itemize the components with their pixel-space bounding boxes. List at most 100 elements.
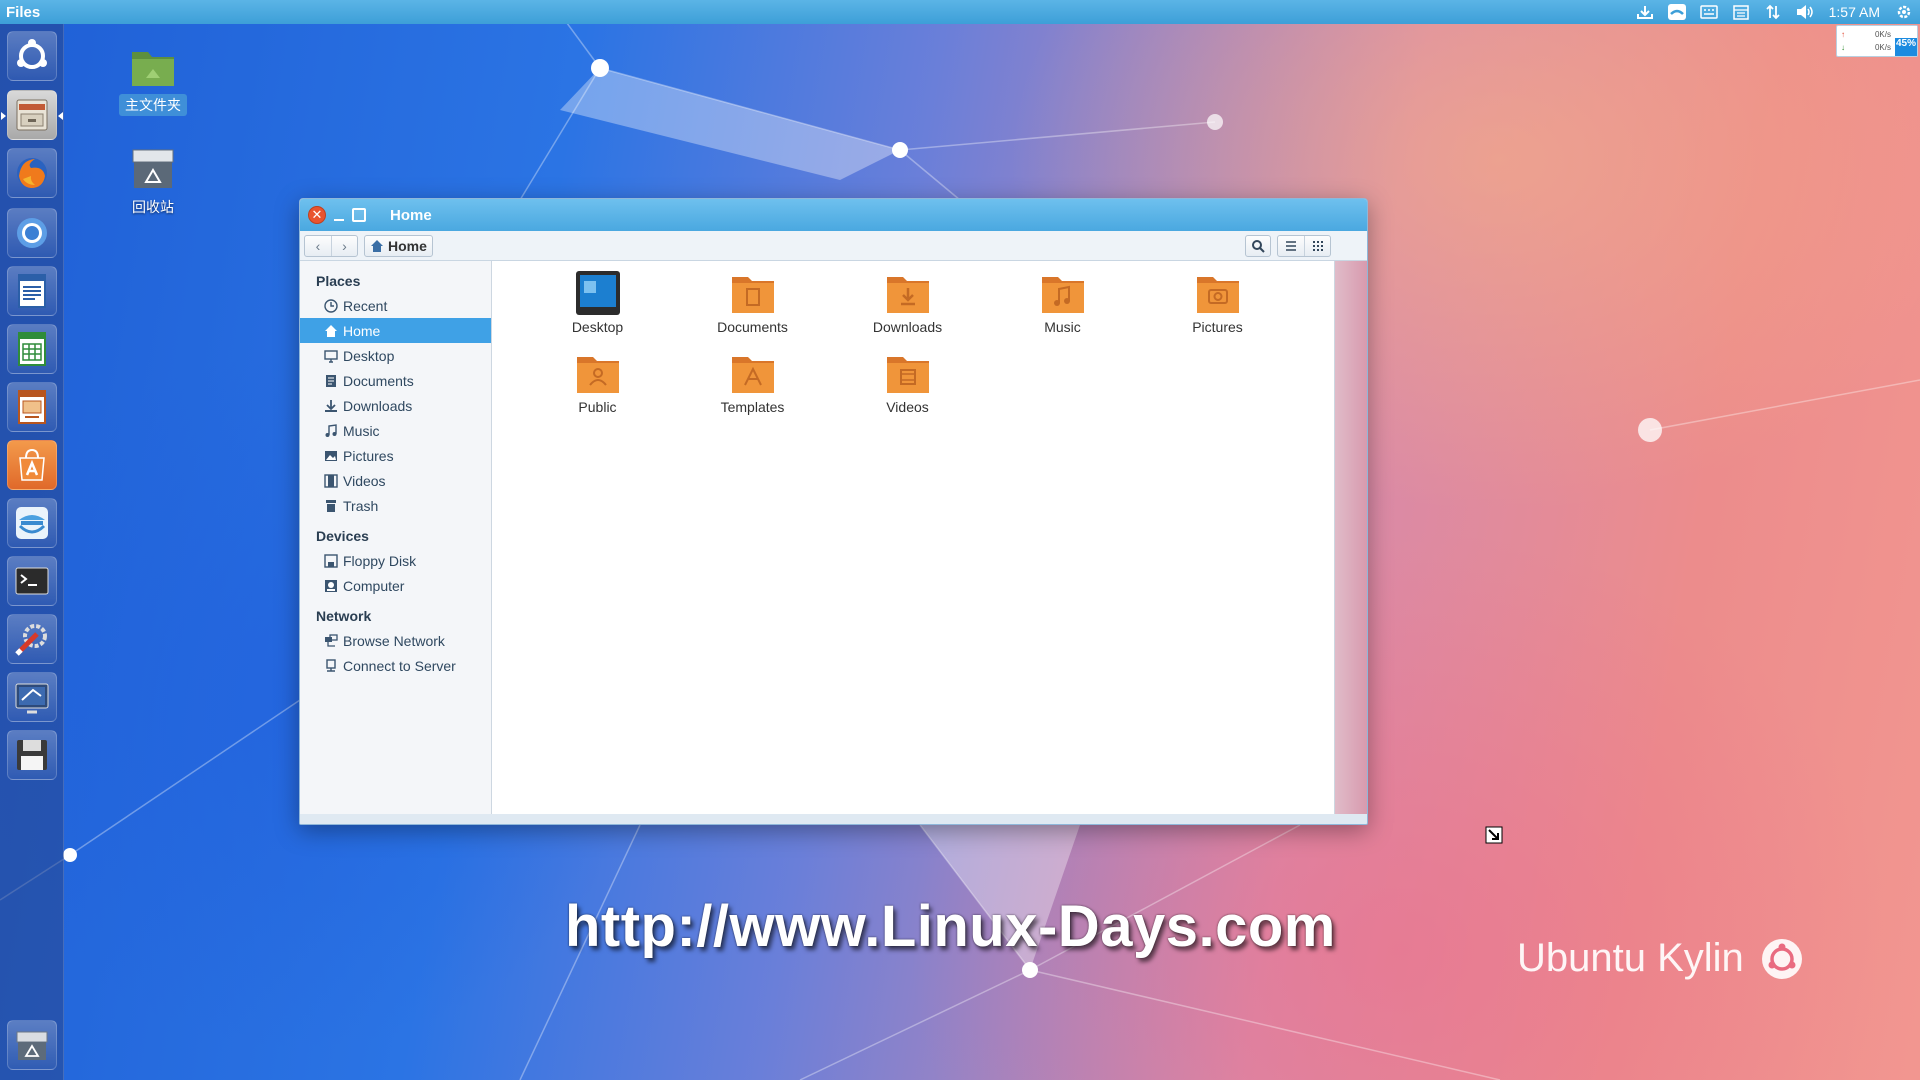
launcher-impress[interactable] [7,382,57,432]
grid-view-button[interactable] [1304,235,1330,256]
file-item-pictures[interactable]: Pictures [1140,269,1295,335]
launcher-dash-home[interactable] [7,31,57,81]
list-view-button[interactable] [1278,236,1304,256]
calendar-tray-icon[interactable] [1725,0,1757,24]
sidebar-item-home[interactable]: Home [300,318,491,343]
file-item-public[interactable]: Public [520,349,675,415]
keyboard-tray-icon[interactable] [1693,0,1725,24]
file-view[interactable]: Desktop Documents Downloads Music Pictur… [492,261,1335,824]
search-button[interactable] [1245,234,1271,257]
file-item-templates[interactable]: Templates [675,349,830,415]
close-button[interactable]: ✕ [308,206,326,224]
firefox-icon [17,158,47,188]
file-item-downloads[interactable]: Downloads [830,269,985,335]
sidebar-item-label: Browse Network [343,632,445,649]
sidebar-item-label: Floppy Disk [343,552,417,569]
ubuntu-logo-icon [17,39,47,69]
file-name: Downloads [872,319,943,335]
sidebar-header-devices: Devices [316,528,369,544]
sidebar-item-music[interactable]: Music [300,418,491,443]
terminal-icon [15,567,49,595]
launcher-chromium[interactable] [7,208,57,258]
desktop-icon-trash[interactable]: 回收站 [101,146,205,218]
launcher-kylin-assistant[interactable] [7,498,57,548]
brand-mark: Ubuntu Kylin [1517,936,1804,981]
path-bar-home-button[interactable]: Home [364,234,433,257]
home-icon [371,239,383,252]
sidebar-header-places: Places [316,273,361,289]
shopping-bag-icon [19,448,45,481]
forward-button[interactable]: › [331,235,357,256]
path-bar-label: Home [388,237,427,254]
settings-tools-icon [15,624,47,656]
volume-tray-icon[interactable] [1789,0,1821,24]
sidebar-item-label: Computer [343,577,405,594]
film-icon [324,473,338,488]
window-titlebar[interactable]: ✕ Home [300,199,1367,231]
window-bottom-edge [300,814,1367,824]
resize-cursor-icon [1485,826,1503,844]
sidebar-item-computer[interactable]: Computer [300,573,491,598]
grid-icon [1312,240,1323,251]
file-item-documents[interactable]: Documents [675,269,830,335]
sidebar-item-browse-network[interactable]: Browse Network [300,628,491,653]
maximize-button[interactable] [352,208,366,222]
launcher-remote-desktop[interactable] [7,672,57,722]
launcher-system-settings[interactable] [7,614,57,664]
file-item-videos[interactable]: Videos [830,349,985,415]
search-icon [1252,239,1265,253]
launcher-calc[interactable] [7,324,57,374]
sidebar-item-pictures[interactable]: Pictures [300,443,491,468]
sidebar-item-trash[interactable]: Trash [300,493,491,518]
file-cabinet-icon [16,99,48,131]
list-icon [1286,240,1296,251]
download-tray-icon[interactable] [1629,0,1661,24]
launcher [0,24,64,1080]
launcher-floppy-disk[interactable] [7,730,57,780]
sidebar-item-floppy-disk[interactable]: Floppy Disk [300,548,491,573]
sidebar-item-documents[interactable]: Documents [300,368,491,393]
brand-name: Ubuntu Kylin [1517,936,1744,980]
net-speed-monitor[interactable]: ↑ 0K/s ↓ 0K/s 45% [1836,25,1918,57]
sidebar-item-connect-to-server[interactable]: Connect to Server [300,653,491,678]
writer-document-icon [18,274,46,308]
upload-arrow-icon: ↑ [1841,30,1845,39]
download-rate: 0K/s [1874,43,1891,52]
desktop-icon-home-folder[interactable]: 主文件夹 [101,44,205,116]
download-icon [325,399,337,412]
public-folder-icon [576,357,619,393]
network-icon [325,633,338,647]
floppy-disk-icon [324,553,338,568]
launcher-writer[interactable] [7,266,57,316]
download-arrow-icon: ↓ [1841,43,1845,52]
pictures-folder-icon [1196,277,1239,313]
clock[interactable]: 1:57 AM [1821,4,1888,20]
trash-icon [132,149,174,188]
network-tray-icon[interactable] [1757,0,1789,24]
launcher-trash[interactable] [7,1020,57,1070]
desktop-folder-icon [575,271,620,315]
launcher-firefox[interactable] [7,148,57,198]
sidebar-item-downloads[interactable]: Downloads [300,393,491,418]
gear-icon[interactable] [1888,0,1920,24]
launcher-files[interactable] [7,90,57,140]
launcher-terminal[interactable] [7,556,57,606]
file-item-desktop[interactable]: Desktop [520,269,675,335]
file-item-music[interactable]: Music [985,269,1140,335]
back-button[interactable]: ‹ [305,236,331,256]
sidebar-item-label: Music [343,422,380,439]
file-grid: Desktop Documents Downloads Music Pictur… [520,269,1295,415]
sidebar-item-recent[interactable]: Recent [300,293,491,318]
sidebar-item-videos[interactable]: Videos [300,468,491,493]
file-name: Music [1044,319,1081,335]
sidebar: Places Recent Home Desktop Documents Dow… [300,261,492,824]
minimize-button[interactable] [332,206,346,224]
sidebar-item-desktop[interactable]: Desktop [300,343,491,368]
server-icon [326,658,336,672]
file-manager-window: ✕ Home ‹ › Home Places Recent Home Deskt… [299,198,1368,825]
launcher-software-center[interactable] [7,440,57,490]
upload-rate: 0K/s [1874,30,1891,39]
file-name: Documents [717,319,788,335]
sidebar-item-label: Downloads [343,397,413,414]
software-updater-tray-icon[interactable] [1661,0,1693,24]
